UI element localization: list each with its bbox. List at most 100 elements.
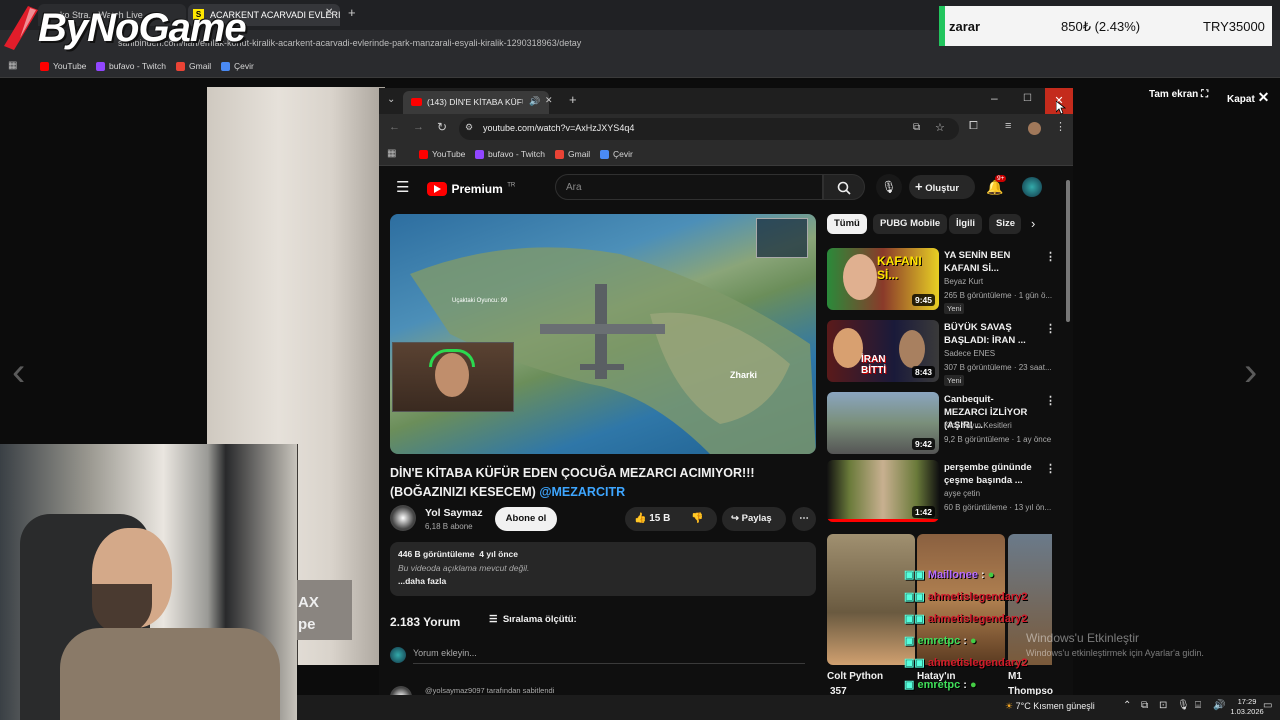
tray-icon[interactable]: ⊡ bbox=[1159, 700, 1167, 711]
profile-avatar[interactable] bbox=[1028, 122, 1041, 135]
streamer-webcam bbox=[392, 342, 514, 412]
search-icon bbox=[837, 181, 851, 195]
apps-grid-icon[interactable]: ▦ bbox=[387, 148, 396, 159]
outer-bookmark-youtube[interactable]: YouTube bbox=[40, 61, 86, 71]
video-thumbnail: 1:42 bbox=[827, 460, 939, 522]
video-player[interactable]: Uçaktaki Oyuncu: 99 Zharki bbox=[390, 214, 816, 454]
forward-icon[interactable]: → bbox=[413, 121, 424, 133]
apps-grid-icon[interactable]: ▦ bbox=[8, 60, 17, 71]
chat-badges: ▣▣ bbox=[904, 569, 928, 581]
create-button[interactable]: + Oluştur bbox=[909, 175, 975, 199]
tray-icon[interactable]: ⧉ bbox=[1141, 700, 1148, 711]
new-tab-icon[interactable]: + bbox=[348, 5, 356, 20]
tab-audio-icon[interactable]: 🔊 bbox=[529, 96, 540, 107]
youtube-logo[interactable]: Premium TR bbox=[427, 180, 515, 196]
notifications-button[interactable]: 🔔 9+ bbox=[986, 175, 1007, 196]
install-icon[interactable]: ⧉ bbox=[913, 122, 920, 133]
reload-icon[interactable]: ↻ bbox=[437, 120, 447, 134]
filter-chip-for-you[interactable]: Size bbox=[989, 214, 1021, 234]
players-overlay-text: Uçaktaki Oyuncu: 99 bbox=[452, 298, 508, 304]
filter-chip-pubg[interactable]: PUBG Mobile bbox=[873, 214, 948, 234]
description-more-link[interactable]: ...daha fazla bbox=[398, 575, 808, 589]
maximize-icon[interactable]: ☐ bbox=[1023, 93, 1032, 104]
voice-search-button[interactable]: 🎙 bbox=[876, 174, 902, 200]
window-new-tab-icon[interactable]: + bbox=[569, 92, 577, 107]
url-field[interactable]: ⚙ youtube.com/watch?v=AxHzJXYS4q4 ⧉ ☆ bbox=[459, 118, 959, 140]
window-bookmark-youtube[interactable]: YouTube bbox=[419, 149, 465, 159]
more-icon: ⋯ bbox=[799, 513, 809, 524]
recommended-video[interactable]: İRAN BİTTİ 8:43 BÜYÜK SAVAŞ BAŞLADI: İRA… bbox=[827, 320, 1057, 386]
network-icon[interactable]: ⌸ bbox=[1195, 700, 1201, 711]
recommended-title: YA SENİN BEN KAFANI Sİ... bbox=[944, 250, 1011, 274]
channel-name[interactable]: Yol Saymaz bbox=[425, 507, 483, 519]
video-title-tag-link[interactable]: @MEZARCITR bbox=[539, 485, 625, 499]
browser-menu-icon[interactable]: ⋮ bbox=[1055, 120, 1066, 133]
chat-username: emretpc bbox=[917, 679, 961, 691]
ticker-value: 850₺ (2.43%) bbox=[1061, 19, 1141, 34]
microphone-icon: 🎙 bbox=[881, 180, 897, 194]
outer-bookmarks-bar: ▦ YouTube bufavo - Twitch Gmail Çevir bbox=[0, 56, 1280, 78]
tray-chevron-icon[interactable]: ⌃ bbox=[1123, 700, 1131, 711]
recommended-meta: 307 B görüntüleme · 23 saat... bbox=[944, 363, 1052, 372]
gallery-close-button[interactable]: Kapat ✕ bbox=[1227, 89, 1269, 106]
recommended-video[interactable]: 1:42 perşembe gününde çeşme başında ... … bbox=[827, 460, 1057, 524]
description-box[interactable]: 446 B görüntüleme 4 yıl önce Bu videoda … bbox=[390, 542, 816, 596]
window-tab-youtube[interactable]: (143) DİN'E KİTABA KÜFÜR 🔊 bbox=[403, 91, 549, 114]
recommended-video[interactable]: 9:42 Canbequit- MEZARCI İZLİYOR (AŞIRI .… bbox=[827, 392, 1057, 456]
volume-icon[interactable]: 🔊 bbox=[1213, 700, 1225, 711]
window-bookmark-twitch[interactable]: bufavo - Twitch bbox=[475, 149, 545, 159]
outer-bookmark-twitch[interactable]: bufavo - Twitch bbox=[96, 61, 166, 71]
more-options-icon[interactable]: ⋮ bbox=[1045, 462, 1056, 475]
window-bookmark-gmail[interactable]: Gmail bbox=[555, 149, 590, 159]
extensions-icon[interactable]: ⧠ bbox=[969, 120, 978, 133]
watch-progress bbox=[827, 519, 939, 522]
more-options-icon[interactable]: ⋮ bbox=[1045, 322, 1056, 335]
site-info-icon[interactable]: ⚙ bbox=[465, 122, 473, 133]
emote-icon: ● bbox=[970, 679, 977, 691]
filter-chip-related[interactable]: İlgili bbox=[949, 214, 982, 234]
bookmark-star-icon[interactable]: ☆ bbox=[935, 121, 945, 134]
tab-search-icon[interactable]: ⌄ bbox=[387, 94, 395, 105]
chat-message: ▣▣ Maillonee : ● bbox=[904, 569, 995, 581]
outer-tab-close-icon[interactable]: ✕ bbox=[325, 7, 333, 18]
media-icon[interactable]: ≡ bbox=[1005, 120, 1011, 132]
gallery-prev-icon[interactable]: ‹ bbox=[12, 350, 25, 395]
minimize-icon[interactable]: – bbox=[991, 91, 998, 105]
page-scrollbar[interactable] bbox=[1066, 180, 1070, 322]
window-bookmark-translate[interactable]: Çevir bbox=[600, 149, 633, 159]
more-options-icon[interactable]: ⋮ bbox=[1045, 250, 1056, 263]
short-card[interactable] bbox=[827, 534, 915, 665]
microphone-tray-icon[interactable]: 🎙 bbox=[1177, 700, 1190, 711]
logo-text: ByNoGame bbox=[38, 6, 247, 50]
gallery-next-icon[interactable]: › bbox=[1244, 350, 1257, 395]
hamburger-menu-icon[interactable]: ☰ bbox=[396, 178, 409, 196]
fullscreen-button[interactable]: Tam ekran ⛶ bbox=[1149, 89, 1208, 100]
chevron-right-icon[interactable]: › bbox=[1031, 216, 1035, 231]
zharki-map-label: Zharki bbox=[730, 370, 758, 380]
back-icon[interactable]: ← bbox=[389, 121, 400, 133]
ticker-target: TRY35000 bbox=[1203, 19, 1265, 34]
search-input[interactable]: Ara bbox=[555, 174, 823, 200]
more-actions-button[interactable]: ⋯ bbox=[792, 507, 816, 531]
like-button[interactable]: 👍 15 B bbox=[634, 507, 670, 531]
add-comment-input[interactable]: Yorum ekleyin... bbox=[413, 648, 805, 664]
window-tab-close-icon[interactable]: ✕ bbox=[545, 95, 553, 106]
new-badge: Yeni bbox=[944, 375, 965, 386]
more-options-icon[interactable]: ⋮ bbox=[1045, 394, 1056, 407]
chat-username: ahmetislegendary2 bbox=[927, 613, 1028, 625]
subscribe-button[interactable]: Abone ol bbox=[495, 507, 557, 531]
dislike-button[interactable]: 👎 bbox=[691, 507, 703, 531]
notification-center-icon[interactable]: ▭ bbox=[1263, 700, 1272, 711]
sort-comments-button[interactable]: ☰ Sıralama ölçütü: bbox=[489, 614, 577, 625]
weather-widget[interactable]: ☀ 7°C Kısmen güneşli bbox=[1005, 701, 1095, 712]
channel-avatar[interactable] bbox=[390, 505, 416, 531]
clock[interactable]: 17:29 1.03.2026 bbox=[1227, 697, 1267, 717]
search-button[interactable] bbox=[823, 174, 865, 200]
account-avatar[interactable] bbox=[1022, 177, 1042, 197]
outer-bookmark-translate[interactable]: Çevir bbox=[221, 61, 254, 71]
recommended-channel: Kick Yayın Kesitleri bbox=[944, 421, 1012, 430]
outer-bookmark-gmail[interactable]: Gmail bbox=[176, 61, 211, 71]
filter-chip-all[interactable]: Tümü bbox=[827, 214, 867, 234]
recommended-video[interactable]: KAFANI Sİ... 9:45 YA SENİN BEN KAFANI Sİ… bbox=[827, 248, 1057, 314]
share-button[interactable]: ↪ Paylaş bbox=[722, 507, 786, 531]
